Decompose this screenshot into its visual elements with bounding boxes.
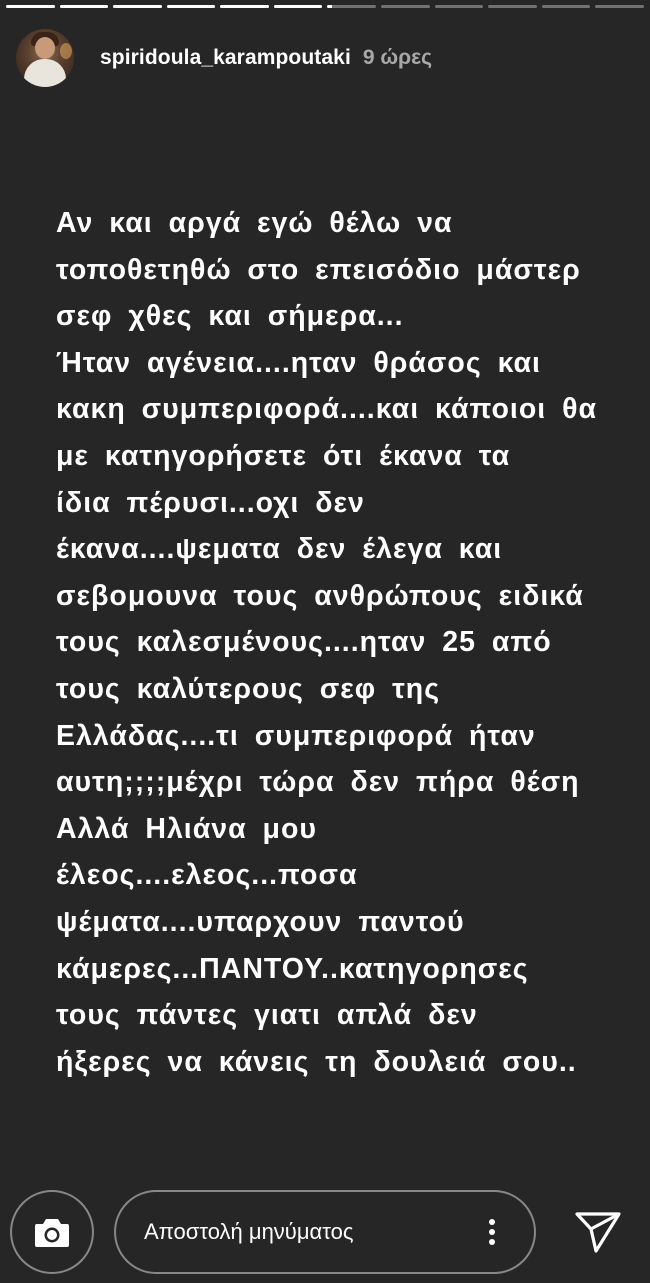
message-input[interactable]: Αποστολή μηνύματος <box>114 1190 536 1274</box>
story-text-line: τους καλεσμένους....ηταν 25 από <box>56 626 552 659</box>
story-text-line: τους πάντες γιατι απλά δεν <box>56 999 478 1032</box>
story-header: spiridoula_karampoutaki 9 ώρες <box>16 28 432 88</box>
progress-segment <box>6 5 55 8</box>
progress-segment <box>59 5 109 8</box>
story-text-line: ίδια πέρυσι...οχι δεν <box>56 486 365 519</box>
story-text-line: αυτη;;;;μέχρι τώρα δεν πήρα θέση <box>56 766 580 799</box>
story-text-line: κακη συμπεριφορά....και κάποιοι θα <box>56 393 598 426</box>
progress-segment <box>273 5 323 8</box>
story-text-line: έλεος....ελεος...ποσα <box>56 859 358 892</box>
post-time: 9 ώρες <box>362 46 433 69</box>
progress-segment <box>434 5 484 8</box>
more-vertical-icon[interactable] <box>480 1212 504 1252</box>
story-text-line: σεφ χθες και σήμερα... <box>56 300 404 333</box>
avatar[interactable] <box>16 29 74 87</box>
camera-icon <box>35 1219 69 1247</box>
story-text-line: Ήταν αγένεια....ηταν θράσος και <box>56 346 541 379</box>
progress-segment <box>488 5 537 8</box>
story-text-line: ψέματα....υπαρχουν παντού <box>56 905 465 938</box>
message-placeholder: Αποστολή μηνύματος <box>144 1219 354 1244</box>
story-text-line: τους καλύτερους σεφ της <box>56 672 441 705</box>
story-text-line: έκανα....ψεματα δεν έλεγα και <box>56 533 503 566</box>
story-footer: Αποστολή μηνύματος <box>0 1188 650 1282</box>
story-text-line: με κατηγορήσετε ότι έκανα τα <box>56 439 511 472</box>
story-text-line: Ελλάδας....τι συμπεριφορά ήταν <box>56 719 536 752</box>
username[interactable]: spiridoula_karampoutaki <box>100 46 351 70</box>
progress-segment <box>220 5 269 8</box>
story-text-line: τοποθετηθώ στο επεισόδιο μάστερ <box>56 253 581 286</box>
send-icon <box>575 1212 621 1253</box>
story-text: Αν και αργά εγώ θέλω να τοποθετηθώ στο επ… <box>56 200 626 1085</box>
camera-button[interactable] <box>10 1190 94 1274</box>
story-text-line: ήξερες να κάνεις τη δουλειά σου.. <box>56 1045 577 1078</box>
progress-segment <box>113 5 162 8</box>
story-text-line: σεβομουνα τους ανθρώπους ειδικά <box>56 579 584 612</box>
send-button[interactable] <box>568 1206 628 1258</box>
story-text-line: κάμερες...ΠΑΝΤΟΥ..κατηγορησες <box>56 952 529 985</box>
progress-segment <box>381 5 430 8</box>
progress-segment <box>327 5 377 8</box>
progress-segment <box>166 5 216 8</box>
story-text-line: Αλλά Ηλιάνα μου <box>56 812 317 845</box>
story-text-line: Αν και αργά εγώ θέλω να <box>56 207 453 239</box>
progress-segment <box>541 5 591 8</box>
story-progress-bar <box>6 5 644 8</box>
progress-segment <box>595 5 644 8</box>
